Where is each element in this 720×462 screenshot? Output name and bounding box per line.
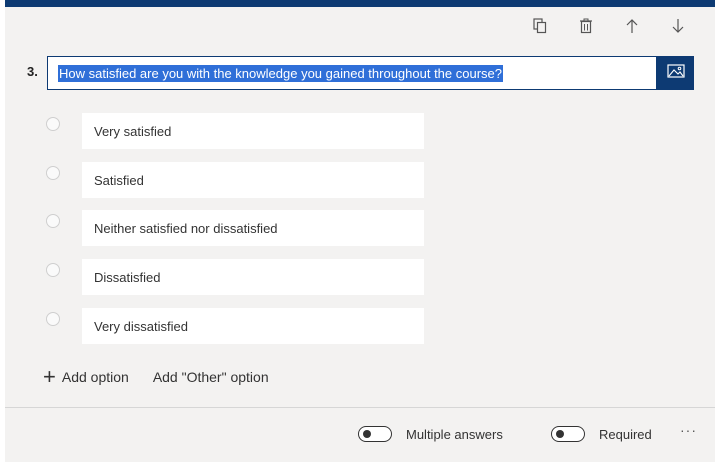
more-options-icon[interactable]: ··· xyxy=(680,422,697,438)
add-options-row: + Add option Add "Other" option xyxy=(43,366,269,388)
choice-option: Satisfied xyxy=(5,162,425,198)
radio-button[interactable] xyxy=(46,166,60,180)
add-option-button[interactable]: + Add option xyxy=(43,364,129,389)
question-toolbar xyxy=(517,14,701,38)
option-text-input[interactable]: Neither satisfied nor dissatisfied xyxy=(82,210,424,246)
move-down-button[interactable] xyxy=(655,14,701,38)
multiple-answers-label: Multiple answers xyxy=(406,426,503,442)
arrow-up-icon xyxy=(625,18,639,34)
add-other-option-button[interactable]: Add "Other" option xyxy=(153,369,269,385)
option-text-input[interactable]: Very dissatisfied xyxy=(82,308,424,344)
move-up-button[interactable] xyxy=(609,14,655,38)
radio-button[interactable] xyxy=(46,117,60,131)
choice-option: Neither satisfied nor dissatisfied xyxy=(5,210,425,246)
multiple-answers-setting: Multiple answers xyxy=(358,426,503,442)
image-icon xyxy=(666,63,685,83)
radio-button[interactable] xyxy=(46,263,60,277)
question-title-input[interactable]: How satisfied are you with the knowledge… xyxy=(47,56,657,90)
plus-icon: + xyxy=(43,364,56,389)
copy-icon xyxy=(533,18,547,34)
add-option-label: Add option xyxy=(61,369,129,385)
question-card: 3. How satisfied are you with the knowle… xyxy=(5,0,715,462)
delete-button[interactable] xyxy=(563,14,609,38)
choice-option: Very satisfied xyxy=(5,113,425,149)
option-text-input[interactable]: Satisfied xyxy=(82,162,424,198)
radio-button[interactable] xyxy=(46,312,60,326)
required-label: Required xyxy=(599,426,652,442)
toggle-knob xyxy=(556,430,564,438)
required-setting: Required xyxy=(551,426,652,442)
multiple-answers-toggle[interactable] xyxy=(358,426,392,442)
option-text-input[interactable]: Very satisfied xyxy=(82,113,424,149)
copy-button[interactable] xyxy=(517,14,563,38)
question-footer: Multiple answers Required ··· xyxy=(5,408,715,462)
trash-icon xyxy=(579,18,593,34)
required-toggle[interactable] xyxy=(551,426,585,442)
radio-button[interactable] xyxy=(46,214,60,228)
arrow-down-icon xyxy=(671,18,685,34)
question-number: 3. xyxy=(27,64,38,79)
toggle-knob xyxy=(363,430,371,438)
option-text-input[interactable]: Dissatisfied xyxy=(82,259,424,295)
question-title-text: How satisfied are you with the knowledge… xyxy=(58,64,504,82)
question-card-accent-bar xyxy=(5,0,715,7)
choice-option: Very dissatisfied xyxy=(5,308,425,344)
choice-option: Dissatisfied xyxy=(5,259,425,295)
insert-media-button[interactable] xyxy=(657,56,694,90)
